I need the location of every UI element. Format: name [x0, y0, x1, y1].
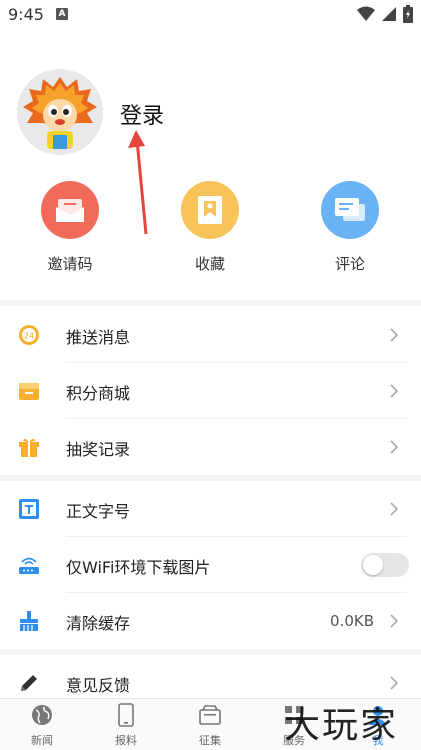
- comment-icon: [321, 181, 379, 239]
- points-mall-row[interactable]: 积分商城: [0, 363, 421, 419]
- wifi-only-toggle[interactable]: [361, 553, 409, 577]
- chevron-right-icon: [390, 328, 399, 342]
- toggle-knob: [363, 555, 383, 575]
- broom-icon: [18, 610, 40, 632]
- wifi-only-images-label: 仅WiFi环境下载图片: [66, 558, 211, 577]
- status-notification-icon: A: [56, 8, 68, 20]
- comments-label: 评论: [334, 255, 365, 273]
- chevron-right-icon: [390, 614, 399, 628]
- wifi-only-images-row: 仅WiFi环境下载图片: [0, 537, 421, 593]
- lottery-records-label: 抽奖记录: [66, 440, 131, 459]
- battery-icon: [403, 5, 413, 23]
- svg-text:24: 24: [24, 332, 34, 341]
- push-notification-icon: 24: [18, 324, 40, 346]
- invite-code-button[interactable]: 邀请码: [20, 178, 120, 274]
- chevron-right-icon: [390, 502, 399, 516]
- section-divider: [0, 300, 421, 306]
- font-size-row[interactable]: 正文字号: [0, 481, 421, 537]
- tab-report[interactable]: 报料: [84, 703, 168, 748]
- wifi-signal-icon: [357, 6, 375, 21]
- globe-icon: [0, 703, 84, 727]
- tab-collection-label: 征集: [199, 734, 221, 747]
- bookmark-icon: [181, 181, 239, 239]
- quick-actions: 邀请码 收藏 评论: [0, 178, 421, 278]
- folder-icon: [168, 703, 252, 727]
- gift-icon: [18, 436, 40, 458]
- invite-code-label: 邀请码: [47, 255, 93, 273]
- feedback-label: 意见反馈: [66, 676, 131, 695]
- chevron-right-icon: [390, 676, 399, 690]
- pencil-icon: [18, 672, 40, 694]
- avatar[interactable]: [17, 69, 103, 155]
- chevron-right-icon: [390, 384, 399, 398]
- tab-collection[interactable]: 征集: [168, 703, 252, 748]
- cache-size-value: 0.0KB: [330, 612, 374, 630]
- chevron-right-icon: [390, 440, 399, 454]
- font-size-icon: [18, 498, 40, 520]
- phone-icon: [84, 703, 168, 727]
- points-mall-icon: [18, 380, 40, 402]
- comments-button[interactable]: 评论: [300, 178, 400, 274]
- lottery-records-row[interactable]: 抽奖记录: [0, 419, 421, 475]
- push-messages-row[interactable]: 24 推送消息: [0, 307, 421, 363]
- favorites-label: 收藏: [194, 255, 225, 273]
- mascot-avatar-icon: [17, 69, 103, 155]
- clear-cache-label: 清除缓存: [66, 614, 131, 633]
- font-size-label: 正文字号: [66, 502, 131, 521]
- tab-news[interactable]: 新闻: [0, 703, 84, 748]
- push-messages-label: 推送消息: [66, 328, 131, 347]
- clear-cache-row[interactable]: 清除缓存 0.0KB: [0, 593, 421, 649]
- wifi-router-icon: [18, 554, 40, 576]
- points-mall-label: 积分商城: [66, 384, 131, 403]
- envelope-icon: [41, 181, 99, 239]
- cell-signal-icon: [382, 7, 396, 21]
- status-time: 9:45: [8, 5, 44, 24]
- status-bar: 9:45 A: [0, 0, 421, 30]
- tab-report-label: 报料: [115, 734, 137, 747]
- login-link[interactable]: 登录: [120, 98, 164, 130]
- favorites-button[interactable]: 收藏: [160, 178, 260, 274]
- profile-header: 登录: [0, 64, 421, 164]
- status-icons: [357, 5, 413, 23]
- tab-news-label: 新闻: [31, 734, 53, 747]
- watermark-logo: 大玩家: [284, 705, 399, 746]
